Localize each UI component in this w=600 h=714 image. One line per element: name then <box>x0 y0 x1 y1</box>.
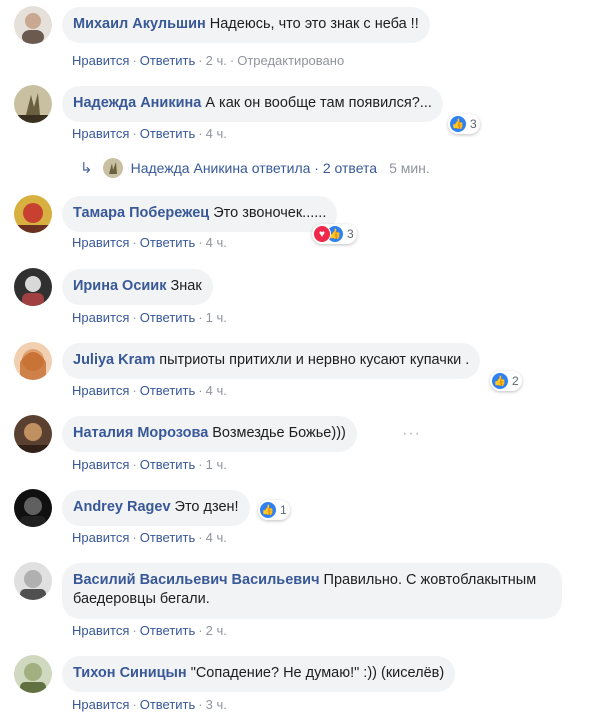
comment-actions: Нравится · Ответить · 4 ч. <box>72 383 227 398</box>
reply-link[interactable]: Ответить <box>140 697 196 712</box>
reply-summary-time: 5 мин. <box>389 160 430 176</box>
comment-actions: Нравится · Ответить · 4 ч. <box>72 126 227 141</box>
avatar[interactable] <box>14 195 52 233</box>
comment-text: Это дзен! <box>174 499 239 515</box>
like-link[interactable]: Нравится <box>72 623 129 638</box>
reaction-count[interactable]: ♥ 👍 3 <box>312 224 357 244</box>
reaction-count[interactable]: 👍 1 <box>258 500 290 520</box>
like-link[interactable]: Нравится <box>72 457 129 472</box>
reply-link[interactable]: Ответить <box>140 235 196 250</box>
like-reaction-icon: 👍 <box>449 115 467 133</box>
avatar[interactable] <box>14 415 52 453</box>
reply-arrow-icon: ↳ <box>80 160 93 177</box>
reply-link[interactable]: Ответить <box>140 53 196 68</box>
comment-text: "Сопадение? Не думаю!" :)) (киселёв) <box>190 665 445 681</box>
comment-bubble: Надежда Аникина А как он вообще там появи… <box>62 86 443 122</box>
comment-bubble: Juliya Kram пытриоты притихли и нервно ку… <box>62 343 481 379</box>
avatar[interactable] <box>14 268 52 306</box>
comment-author[interactable]: Михаил Акульшин <box>73 16 206 32</box>
like-link[interactable]: Нравится <box>72 235 129 250</box>
comment-actions: Нравится · Ответить · 2 ч. · Отредактировано <box>72 53 345 68</box>
comment-time[interactable]: 2 ч. <box>206 53 227 68</box>
avatar[interactable] <box>14 655 52 693</box>
comment-time[interactable]: 1 ч. <box>206 310 227 325</box>
like-reaction-icon: 👍 <box>259 501 277 519</box>
like-link[interactable]: Нравится <box>72 530 129 545</box>
view-replies-link[interactable]: ↳ Надежда Аникина ответила · 2 ответа 5 … <box>80 158 430 178</box>
reply-link[interactable]: Ответить <box>140 457 196 472</box>
comment-text: Это звоночек...... <box>213 205 327 221</box>
comment-bubble: Тихон Синицын "Сопадение? Не думаю!" :)) … <box>62 656 456 692</box>
comment-bubble: Наталия Морозова Возмездье Божье))) <box>62 416 357 452</box>
comment-time[interactable]: 4 ч. <box>206 126 227 141</box>
reply-link[interactable]: Ответить <box>140 310 196 325</box>
comment-actions: Нравится · Ответить · 1 ч. <box>72 457 227 472</box>
comment-time[interactable]: 4 ч. <box>206 235 227 250</box>
comment-author[interactable]: Тамара Побережец <box>73 205 209 221</box>
comment-text: Надеюсь, что это знак с неба !! <box>209 16 419 32</box>
love-reaction-icon: ♥ <box>313 225 331 243</box>
comment-bubble: Михаил Акульшин Надеюсь, что это знак с н… <box>62 7 430 43</box>
reply-link[interactable]: Ответить <box>140 126 196 141</box>
comment-author[interactable]: Надежда Аникина <box>73 95 201 111</box>
like-link[interactable]: Нравится <box>72 310 129 325</box>
comment-time[interactable]: 4 ч. <box>206 383 227 398</box>
avatar <box>102 158 123 178</box>
comment-text: Знак <box>170 278 202 294</box>
comment-author[interactable]: Василий Васильевич Васильевич <box>73 572 320 588</box>
avatar[interactable] <box>14 342 52 380</box>
reply-link[interactable]: Ответить <box>140 383 196 398</box>
like-link[interactable]: Нравится <box>72 697 129 712</box>
more-options-icon[interactable]: ··· <box>402 425 421 443</box>
comment-actions: Нравится · Ответить · 1 ч. <box>72 310 227 325</box>
comment-actions: Нравится · Ответить · 3 ч. <box>72 697 227 712</box>
comment-bubble: Тамара Побережец Это звоночек...... <box>62 196 338 232</box>
avatar[interactable] <box>14 489 52 527</box>
comment-actions: Нравится · Ответить · 4 ч. <box>72 235 227 250</box>
like-link[interactable]: Нравится <box>72 126 129 141</box>
comment-bubble: Ирина Осиик Знак <box>62 269 213 305</box>
comment-bubble: Andrey Ragev Это дзен! <box>62 490 250 526</box>
comment-text: Возмездье Божье))) <box>212 425 346 441</box>
comment-bubble: Василий Васильевич Васильевич Правильно. … <box>62 563 562 619</box>
reply-summary-text[interactable]: Надежда Аникина ответила · 2 ответа <box>131 160 377 176</box>
comment-text: пытриоты притихли и нервно кусают купачк… <box>159 352 470 368</box>
avatar[interactable] <box>14 85 52 123</box>
comment-author[interactable]: Ирина Осиик <box>73 278 166 294</box>
edited-label[interactable]: Отредактировано <box>237 53 344 68</box>
comment-actions: Нравится · Ответить · 4 ч. <box>72 530 227 545</box>
comment-author[interactable]: Наталия Морозова <box>73 425 208 441</box>
comment-actions: Нравится · Ответить · 2 ч. <box>72 623 227 638</box>
like-link[interactable]: Нравится <box>72 383 129 398</box>
comment-time[interactable]: 4 ч. <box>206 530 227 545</box>
like-reaction-icon: 👍 <box>491 372 509 390</box>
avatar[interactable] <box>14 562 52 600</box>
reply-link[interactable]: Ответить <box>140 623 196 638</box>
reply-link[interactable]: Ответить <box>140 530 196 545</box>
avatar[interactable] <box>14 6 52 44</box>
like-link[interactable]: Нравится <box>72 53 129 68</box>
comment-author[interactable]: Juliya Kram <box>73 352 155 368</box>
comment-time[interactable]: 3 ч. <box>206 697 227 712</box>
comment-author[interactable]: Andrey Ragev <box>73 499 171 515</box>
comment-author[interactable]: Тихон Синицын <box>73 665 187 681</box>
comment-time[interactable]: 1 ч. <box>206 457 227 472</box>
reaction-count[interactable]: 👍 3 <box>448 114 480 134</box>
reaction-count[interactable]: 👍 2 <box>490 371 522 391</box>
comment-time[interactable]: 2 ч. <box>206 623 227 638</box>
comment-text: А как он вообще там появился?... <box>205 95 432 111</box>
